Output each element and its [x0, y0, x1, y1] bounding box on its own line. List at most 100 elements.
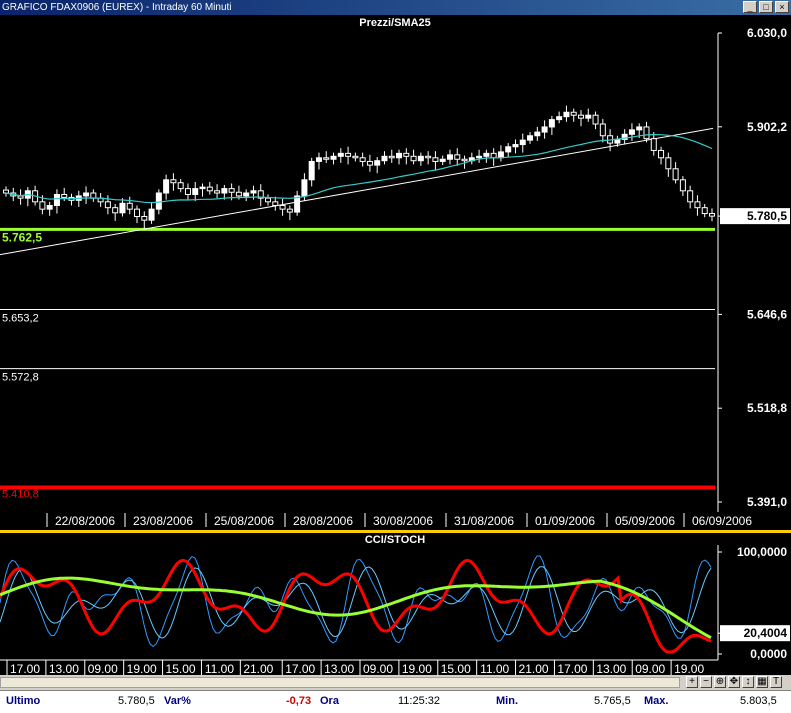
time-label: 21.00 [519, 662, 549, 676]
candle-down [490, 152, 497, 159]
candle-up [83, 192, 90, 197]
candle-down [286, 208, 293, 213]
candle-up [534, 131, 541, 137]
scale-button[interactable]: ↕ [742, 676, 754, 688]
candle-up [556, 116, 563, 121]
trendline[interactable] [0, 127, 714, 256]
candle-down [134, 208, 141, 217]
candle-up [512, 144, 519, 148]
indicator-last-label: 20,4004 [744, 626, 788, 640]
zoom-in-button[interactable]: + [686, 676, 698, 688]
candle-down [272, 201, 279, 206]
candle-down [687, 190, 694, 203]
indicator-tick-label: 100,0000 [737, 545, 787, 559]
minimize-button[interactable]: _ [743, 1, 757, 13]
candle-up [585, 114, 592, 119]
candle-down [112, 207, 119, 214]
candle-down [90, 192, 97, 199]
candle-down [214, 190, 221, 194]
candle-down [701, 207, 708, 215]
time-label: 13.00 [596, 662, 626, 676]
indicator-tick-label: 0,0000 [750, 647, 787, 661]
candle-down [643, 126, 650, 140]
grid-button[interactable]: ▦ [756, 676, 768, 688]
time-label: 17.00 [285, 662, 315, 676]
candle-up [527, 135, 534, 141]
candle-up [308, 160, 315, 181]
candle-up [628, 129, 635, 135]
price-tick-label: 6.030,0 [747, 26, 787, 40]
candle-up [163, 179, 170, 194]
date-label: 23/08/2006 [133, 514, 193, 528]
var-value: -0,73 [286, 695, 312, 707]
close-button[interactable]: × [775, 1, 789, 13]
level-label: 5.653,2 [2, 313, 39, 325]
candle-down [228, 188, 235, 193]
date-label: 06/09/2006 [692, 514, 752, 528]
date-label: 31/08/2006 [454, 514, 514, 528]
min-value: 5.765,5 [594, 695, 631, 707]
time-label: 21.00 [243, 662, 273, 676]
ultimo-label: Ultimo [6, 695, 41, 707]
candle-up [446, 154, 453, 160]
zoom-out-button[interactable]: − [700, 676, 712, 688]
date-label: 01/09/2006 [535, 514, 595, 528]
time-label: 11.00 [480, 662, 509, 676]
price-tick-label: 5.391,0 [747, 495, 787, 509]
candle-up [337, 152, 344, 157]
candle-down [388, 155, 395, 159]
candle-down [39, 201, 46, 210]
candle-down [577, 114, 584, 119]
candle-down [694, 201, 701, 209]
candle-down [177, 182, 184, 190]
panel-separator[interactable] [0, 530, 791, 533]
candle-down [709, 213, 715, 217]
time-label: 15.00 [166, 662, 196, 676]
candle-up [614, 138, 621, 144]
candle-up [119, 202, 126, 214]
var-label: Var% [164, 695, 191, 707]
chart-svg[interactable]: Prezzi/SMA25 5.653,2 5.572,8 5.410,8 5.762,… [0, 15, 791, 689]
candle-up [155, 192, 162, 210]
candle-up [192, 188, 199, 195]
candle-up [46, 204, 53, 210]
chart-area[interactable]: Prezzi/SMA25 5.653,2 5.572,8 5.410,8 5.762,… [0, 15, 791, 689]
candle-up [243, 192, 250, 197]
candle-down [403, 152, 410, 157]
candle-up [301, 179, 308, 197]
candle-down [359, 157, 366, 162]
candle-down [265, 197, 272, 203]
time-label: 09.00 [88, 662, 118, 676]
candle-up [250, 190, 257, 194]
candle-down [3, 189, 9, 194]
sma25-line[interactable] [5, 133, 713, 204]
maximize-button[interactable]: □ [759, 1, 773, 13]
candle-down [235, 191, 242, 197]
time-label: 17.00 [557, 662, 587, 676]
candle-down [279, 204, 286, 210]
candle-up [519, 139, 526, 146]
candle-down [366, 160, 373, 166]
candle-down [206, 186, 213, 192]
move-button[interactable]: ✥ [728, 676, 740, 688]
text-button[interactable]: T [770, 676, 782, 688]
max-label: Max. [644, 695, 669, 707]
candle-down [104, 201, 111, 209]
candle-up [505, 146, 512, 153]
ora-label: Ora [320, 695, 339, 707]
crosshair-button[interactable]: ⊕ [714, 676, 726, 688]
candle-down [184, 188, 191, 195]
horizontal-scrollbar[interactable] [0, 677, 680, 688]
candle-up [563, 111, 570, 118]
ultimo-value: 5.780,5 [118, 695, 155, 707]
time-label: 13.00 [49, 662, 79, 676]
level-label: 5.410,8 [2, 488, 39, 500]
candle-up [148, 208, 155, 221]
price-panel-title: Prezzi/SMA25 [359, 17, 431, 29]
date-label: 28/08/2006 [293, 514, 353, 528]
candle-up [381, 155, 388, 162]
window-title: GRAFICO FDAX0906 (EUREX) - Intraday 60 M… [2, 2, 232, 13]
price-tick-label: 5.646,6 [747, 307, 787, 321]
candle-up [417, 155, 424, 162]
date-label: 05/09/2006 [615, 514, 675, 528]
